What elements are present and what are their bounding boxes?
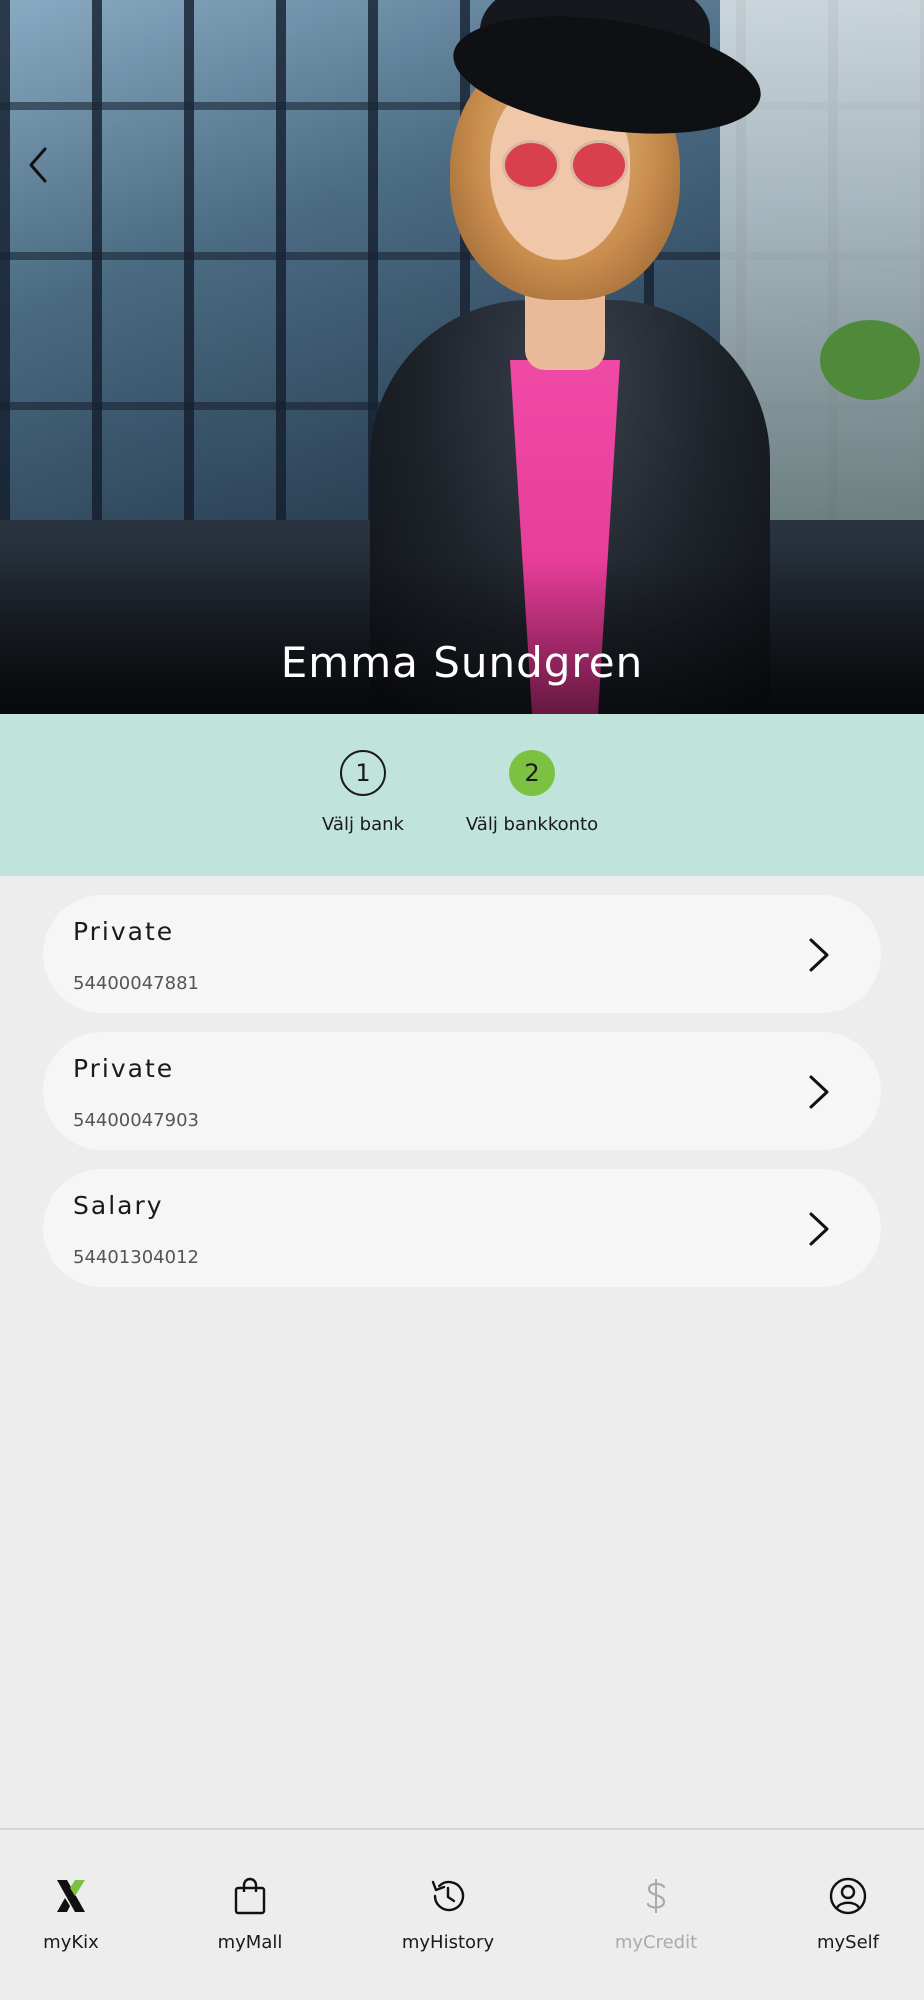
- account-number: 54400047903: [73, 1110, 199, 1131]
- account-number: 54400047881: [73, 973, 199, 994]
- account-item[interactable]: Salary 54401304012: [43, 1169, 881, 1287]
- profile-name: Emma Sundgren: [280, 638, 644, 687]
- step-label: Välj bank: [322, 814, 404, 835]
- step-choose-bank[interactable]: 1 Välj bank: [320, 750, 406, 835]
- back-button[interactable]: [18, 140, 58, 190]
- nav-label: myCredit: [614, 1932, 698, 1953]
- account-name: Salary: [73, 1191, 164, 1220]
- chevron-right-icon: [809, 1212, 829, 1246]
- dollar-icon: [646, 1879, 666, 1913]
- nav-item-myhistory[interactable]: myHistory: [396, 1874, 500, 1953]
- profile-hero: Emma Sundgren: [0, 0, 924, 714]
- account-item[interactable]: Private 54400047881: [43, 895, 881, 1013]
- nav-item-mykix[interactable]: myKix: [38, 1874, 104, 1953]
- account-name: Private: [73, 917, 175, 946]
- progress-stepper: 1 Välj bank 2 Välj bankkonto: [0, 714, 924, 876]
- account-number: 54401304012: [73, 1247, 199, 1268]
- bottom-navigation: myKix myMall myHistory myCredit mySelf: [0, 1828, 924, 2000]
- step-choose-account: 2 Välj bankkonto: [462, 750, 602, 835]
- account-item[interactable]: Private 54400047903: [43, 1032, 881, 1150]
- chevron-left-icon: [29, 147, 47, 183]
- step-number-active: 2: [509, 750, 555, 796]
- nav-item-mymall[interactable]: myMall: [210, 1874, 290, 1953]
- chevron-right-icon: [809, 1075, 829, 1109]
- nav-label: mySelf: [816, 1932, 880, 1953]
- kix-logo-icon: [57, 1880, 85, 1912]
- nav-label: myMall: [217, 1932, 283, 1953]
- nav-label: myHistory: [401, 1932, 495, 1953]
- nav-item-myself[interactable]: mySelf: [812, 1874, 884, 1953]
- nav-item-mycredit[interactable]: myCredit: [610, 1874, 702, 1953]
- chevron-right-icon: [809, 938, 829, 972]
- account-name: Private: [73, 1054, 175, 1083]
- nav-label: myKix: [43, 1932, 99, 1953]
- step-number: 1: [340, 750, 386, 796]
- account-list: Private 54400047881 Private 54400047903 …: [43, 895, 881, 1306]
- step-label: Välj bankkonto: [465, 814, 599, 835]
- history-icon: [431, 1880, 465, 1912]
- user-circle-icon: [829, 1877, 867, 1915]
- shopping-bag-icon: [234, 1877, 266, 1915]
